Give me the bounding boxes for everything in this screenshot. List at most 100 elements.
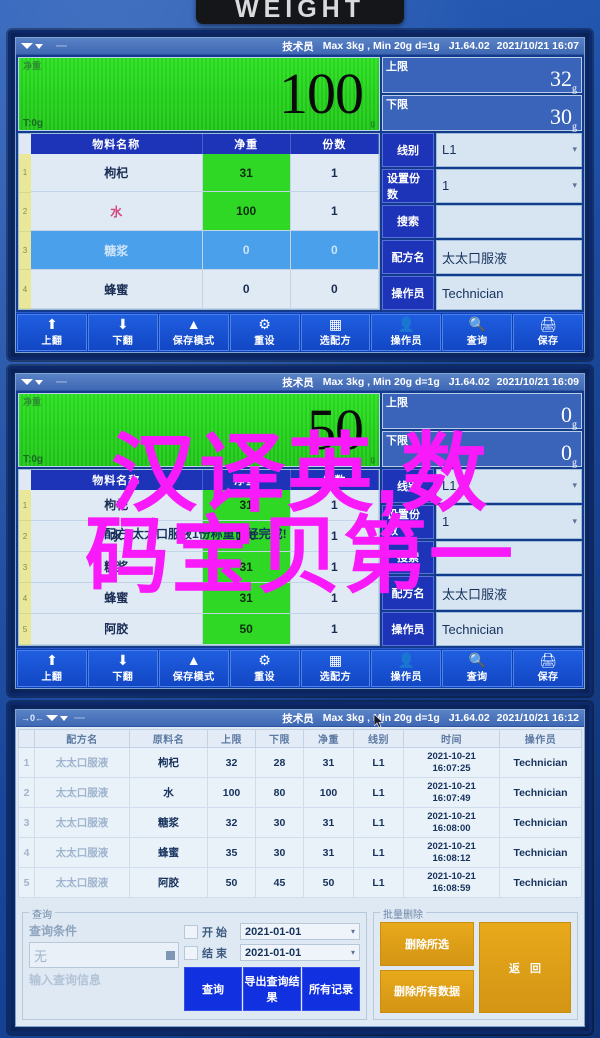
cell-net-weight: 31 (202, 154, 291, 193)
cell-material-name: 水 (129, 777, 208, 808)
toolbar-button-保存模式[interactable]: ▲ 保存模式 (158, 650, 229, 687)
upper-limit-box: 上限 32g (382, 57, 582, 94)
cell-upper-limit: 35 (207, 837, 256, 868)
delete-selected-button[interactable]: 删除所选 (380, 922, 474, 966)
table-row[interactable]: 阿胶 50 1 (31, 613, 380, 646)
record-col-header-2: 上限 (207, 729, 256, 748)
all-records-button[interactable]: 所有记录 (302, 967, 360, 1011)
form-value-操作员[interactable]: Technician (436, 276, 582, 310)
form-value-搜索[interactable] (436, 204, 582, 239)
start-date-checkbox[interactable] (184, 924, 198, 939)
form-value-配方名[interactable]: 太太口服液 (436, 240, 582, 275)
toolbar-button-保存[interactable]: 🖨 保存 (513, 314, 583, 351)
query-condition-input[interactable]: 无 (29, 942, 179, 968)
cell-date: 2021-10-21 (427, 750, 476, 762)
cell-portions: 1 (290, 490, 380, 521)
table-row[interactable]: 5 太太口服液 阿胶 50 45 50 L1 2021-10-21 16:08:59 Techni… (18, 867, 582, 898)
toolbar-button-保存[interactable]: 🖨 保存 (513, 650, 583, 687)
export-results-button[interactable]: 导出查询结果 (243, 967, 301, 1011)
panel-2-form[interactable]: 线别 L1 ▾ 设置份数 1 ▾ 搜索 配方名 太太口服液 操作员 Technician (382, 469, 582, 646)
toolbar-button-下翻[interactable]: ⬇ 下翻 (87, 314, 158, 351)
start-date-select[interactable]: 2021-01-01 ▾ (240, 923, 360, 940)
cell-material-name: 枸杞 (129, 747, 208, 778)
toolbar-button-重设[interactable]: ⚙ 重设 (229, 650, 300, 687)
toolbar-button-下翻[interactable]: ⬇ 下翻 (87, 650, 158, 687)
table-row[interactable]: 3 太太口服液 糖浆 32 30 31 L1 2021-10-21 16:08:00 Techni… (18, 807, 582, 838)
form-value-搜索[interactable] (436, 540, 582, 575)
toolbar-button-操作员[interactable]: 👤 操作员 (371, 650, 442, 687)
row-index: 1 (19, 154, 31, 193)
panel-1-form[interactable]: 线别 L1 ▾ 设置份数 1 ▾ 搜索 配方名 太太口服液 操作员 Technician (382, 133, 582, 310)
record-col-header-6: 时间 (403, 729, 500, 748)
cell-line: L1 (353, 777, 404, 808)
toolbar-button-label: 保存模式 (172, 672, 215, 683)
panel-1-material-table[interactable]: 1234 物料名称 净重 份数 枸杞 31 1 水 100 1 糖浆 0 0 蜂蜜 0 0 (18, 133, 380, 310)
record-table-wrap[interactable]: 配方名 原料名 上限 下限 净重 线别 时间 操作员 1 太太口服液 枸杞 32 28 31 L1 2021… (16, 727, 584, 908)
form-value-线别[interactable]: L1 ▾ (436, 469, 582, 503)
form-value-text: Technician (442, 621, 504, 637)
end-date-checkbox[interactable] (184, 945, 198, 960)
record-table[interactable]: 配方名 原料名 上限 下限 净重 线别 时间 操作员 1 太太口服液 枸杞 32 28 31 L1 2021… (18, 729, 582, 898)
toolbar-button-重设[interactable]: ⚙ 重设 (229, 314, 300, 351)
form-value-配方名[interactable]: 太太口服液 (436, 576, 582, 611)
statusbar-version: J1.64.02 (448, 712, 490, 724)
chevron-down-icon[interactable]: ▾ (572, 180, 577, 191)
table-row[interactable]: 枸杞 31 1 (31, 490, 380, 521)
table-row[interactable]: 水 100 1 (31, 191, 380, 232)
query-condition-picker-icon[interactable] (166, 950, 175, 960)
table-row[interactable]: 蜂蜜 0 0 (31, 269, 380, 309)
panel-2-toolbar[interactable]: ⬆ 上翻 ⬇ 下翻 ▲ 保存模式 ⚙ 重设 ▦ 选配方 👤 操作员 🔍 查询 🖨 保存 (16, 648, 584, 688)
material-table[interactable]: 物料名称 净重 份数 枸杞 31 1 水 100 1 糖浆 0 0 蜂蜜 0 0 (31, 134, 380, 309)
toolbar-button-选配方[interactable]: ▦ 选配方 (300, 650, 371, 687)
table-row[interactable]: 蜂蜜 31 1 (31, 582, 380, 614)
form-value-设置份数[interactable]: 1 ▾ (436, 168, 582, 203)
toolbar-button-选配方[interactable]: ▦ 选配方 (300, 314, 371, 351)
statusbar-datetime: 2021/10/21 16:12 (496, 712, 579, 724)
cell-net-weight: 100 (202, 191, 291, 232)
statusbar-spec: Max 3kg , Min 20g d=1g (322, 376, 440, 388)
table-row[interactable]: 枸杞 31 1 (31, 154, 380, 193)
query-button[interactable]: 查询 (184, 967, 242, 1011)
form-value-设置份数[interactable]: 1 ▾ (436, 504, 582, 539)
weight-label-text: WEIGHT (235, 0, 365, 23)
back-button[interactable]: 返回 (479, 922, 571, 1013)
form-value-线别[interactable]: L1 ▾ (436, 133, 582, 167)
end-date-label: 结 束 (202, 947, 228, 960)
chevron-down-icon[interactable]: ▾ (351, 948, 355, 957)
net-weight-label: 净重 (23, 61, 42, 71)
toolbar-button-上翻[interactable]: ⬆ 上翻 (17, 650, 87, 687)
toolbar-button-上翻[interactable]: ⬆ 上翻 (17, 314, 87, 351)
cell-material-name: 糖浆 (129, 807, 208, 838)
form-value-text: L1 (442, 478, 457, 494)
record-index-header (18, 729, 35, 748)
chevron-down-icon[interactable]: ▾ (572, 480, 577, 491)
table-row[interactable]: 糖浆 31 1 (31, 551, 380, 583)
toolbar-button-查询[interactable]: 🔍 查询 (442, 314, 513, 351)
weight-label-plate: WEIGHT (196, 0, 404, 24)
cell-operator: Technician (499, 837, 582, 868)
chevron-down-icon[interactable]: ▾ (572, 516, 577, 527)
cell-upper-limit: 32 (207, 807, 256, 838)
form-label-线别: 线别 (382, 469, 434, 503)
batch-delete-group: 批量删除 删除所选 删除所有数据 返回 (373, 906, 578, 1020)
table-row[interactable]: 4 太太口服液 蜂蜜 35 30 31 L1 2021-10-21 16:08:12 Techni… (18, 837, 582, 868)
toolbar-button-查询[interactable]: 🔍 查询 (442, 650, 513, 687)
panel-2-material-table[interactable]: 12345 物料名称 净重 份数 枸杞 31 1 水 100 1 糖浆 31 1 蜂蜜 31 1 阿胶 50 1 (18, 469, 380, 646)
chevron-down-icon[interactable]: ▾ (572, 144, 577, 155)
material-col-header-0: 物料名称 (31, 134, 203, 154)
cell-material-name: 水 (31, 191, 203, 232)
material-table[interactable]: 物料名称 净重 份数 枸杞 31 1 水 100 1 糖浆 31 1 蜂蜜 31 1 阿胶 50 1 (31, 470, 380, 646)
end-date-select[interactable]: 2021-01-01 ▾ (240, 944, 360, 961)
cell-portions: 0 (290, 230, 380, 271)
toolbar-button-保存模式[interactable]: ▲ 保存模式 (158, 314, 229, 351)
table-row[interactable]: 2 太太口服液水 100 80 100 L1 2021-10-21 16:07:49 Techn… (18, 777, 582, 808)
panel-1-toolbar[interactable]: ⬆ 上翻 ⬇ 下翻 ▲ 保存模式 ⚙ 重设 ▦ 选配方 👤 操作员 🔍 查询 🖨 保存 (16, 312, 584, 352)
start-date-row: 开 始 2021-01-01 ▾ (184, 922, 360, 941)
table-row[interactable]: 糖浆 0 0 (31, 230, 380, 271)
cell-recipe-name: 太太口服液 (34, 807, 130, 838)
table-row[interactable]: 1 太太口服液 枸杞 32 28 31 L1 2021-10-21 16:07:25 Techni… (18, 747, 582, 778)
toolbar-button-操作员[interactable]: 👤 操作员 (371, 314, 442, 351)
chevron-down-icon[interactable]: ▾ (351, 927, 355, 936)
delete-all-button[interactable]: 删除所有数据 (380, 969, 474, 1013)
form-value-操作员[interactable]: Technician (436, 612, 582, 646)
